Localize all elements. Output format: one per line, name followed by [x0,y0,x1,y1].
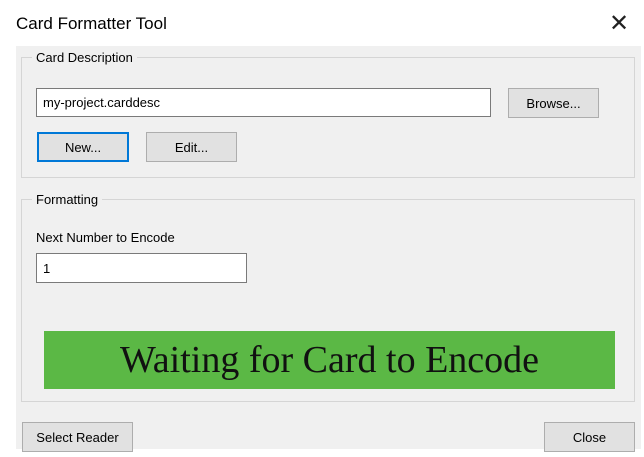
new-card-description-button[interactable]: New... [37,132,129,162]
next-number-input[interactable]: 1 [36,253,247,283]
dialog-client-area: Card Description my-project.carddesc Bro… [16,46,641,452]
encode-status-banner: Waiting for Card to Encode [44,331,615,389]
title-bar: Card Formatter Tool ✕ [0,0,644,48]
edit-card-description-button[interactable]: Edit... [146,132,237,162]
close-button[interactable]: Close [544,422,635,452]
card-description-legend: Card Description [36,50,133,65]
close-window-icon[interactable]: ✕ [604,8,634,38]
formatting-legend: Formatting [36,192,99,207]
window-title: Card Formatter Tool [16,14,167,33]
select-reader-button[interactable]: Select Reader [22,422,133,452]
card-formatter-window: Card Formatter Tool ✕ Card Description m… [0,0,644,457]
card-description-file-input[interactable]: my-project.carddesc [36,88,491,117]
browse-button[interactable]: Browse... [508,88,599,118]
next-number-label: Next Number to Encode [36,230,175,245]
